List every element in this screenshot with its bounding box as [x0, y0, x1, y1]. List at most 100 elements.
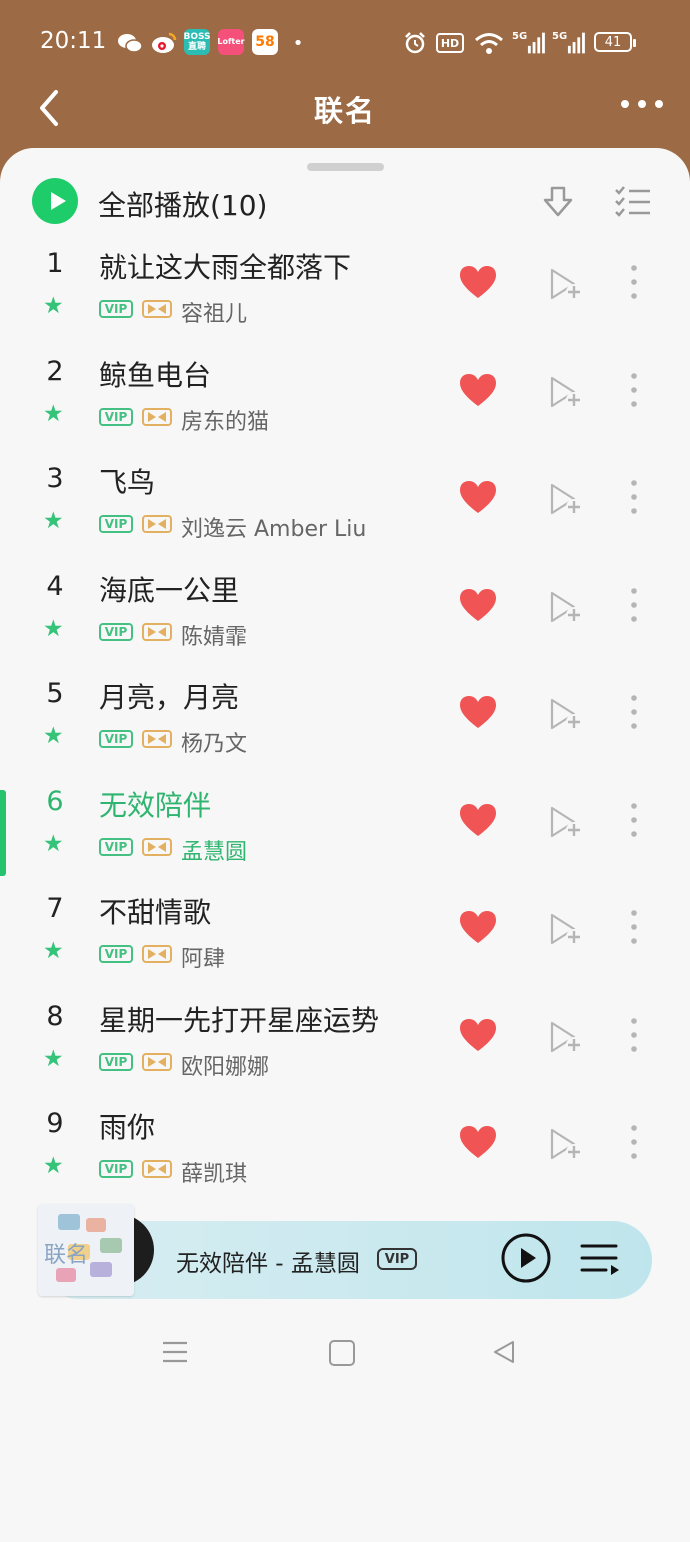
vip-badge: VIP	[99, 622, 133, 641]
vertical-dots-icon	[624, 587, 644, 629]
play-all-button[interactable]	[32, 178, 78, 224]
song-title[interactable]: 飞鸟	[99, 461, 155, 501]
heart-icon	[458, 1126, 498, 1164]
vip-badge: VIP	[99, 1160, 133, 1178]
song-row[interactable]: 6 ★ 无效陪伴 VIP 孟慧圆	[0, 770, 690, 877]
song-artist[interactable]: 陈婧霏	[181, 619, 247, 651]
vertical-dots-icon	[624, 1017, 644, 1059]
add-to-playlist-button[interactable]	[548, 911, 584, 947]
heart-icon	[458, 911, 498, 949]
album-cover[interactable]: 联名	[38, 1204, 134, 1296]
song-artist[interactable]: 刘逸云 Amber Liu	[181, 511, 366, 543]
mini-play-button[interactable]	[500, 1232, 552, 1284]
mv-badge-icon[interactable]	[142, 837, 172, 856]
more-options-button[interactable]	[620, 94, 664, 114]
song-artist[interactable]: 欧阳娜娜	[181, 1049, 269, 1081]
like-heart-button[interactable]	[458, 587, 498, 623]
add-to-playlist-button[interactable]	[548, 1126, 584, 1162]
song-number: 7	[46, 893, 64, 924]
like-heart-button[interactable]	[458, 1017, 498, 1053]
song-row[interactable]: 2 ★ 鲸鱼电台 VIP 房东的猫	[0, 340, 690, 447]
nav-recents-button[interactable]	[162, 1340, 188, 1364]
page-title: 联名	[313, 94, 376, 128]
song-title[interactable]: 雨你	[99, 1106, 155, 1146]
song-title[interactable]: 无效陪伴	[99, 784, 211, 824]
song-row[interactable]: 8 ★ 星期一先打开星座运势 VIP 欧阳娜娜	[0, 985, 690, 1092]
like-heart-button[interactable]	[458, 479, 498, 515]
song-more-button[interactable]	[624, 800, 644, 840]
song-row[interactable]: 9 ★ 雨你 VIP 薛凯琪	[0, 1092, 690, 1199]
add-to-playlist-icon	[548, 268, 584, 306]
mv-badge-icon[interactable]	[142, 730, 172, 748]
like-heart-button[interactable]	[458, 694, 498, 730]
like-heart-button[interactable]	[458, 372, 498, 408]
vip-badge: VIP	[99, 1052, 133, 1071]
nav-back-button[interactable]	[492, 1340, 516, 1364]
song-more-button[interactable]	[624, 370, 644, 410]
song-number: 5	[46, 678, 64, 709]
like-heart-button[interactable]	[458, 909, 498, 945]
add-to-playlist-button[interactable]	[548, 804, 584, 840]
song-row[interactable]: 4 ★ 海底一公里 VIP 陈婧霏	[0, 555, 690, 662]
song-more-button[interactable]	[624, 262, 644, 302]
vip-badge: VIP	[99, 300, 133, 318]
song-artist[interactable]: 杨乃文	[181, 726, 247, 758]
song-row[interactable]: 5 ★ 月亮，月亮 VIP 杨乃文	[0, 662, 690, 769]
song-artist[interactable]: 阿肆	[181, 941, 225, 973]
song-title[interactable]: 星期一先打开星座运势	[99, 999, 379, 1039]
mini-player-title[interactable]: 无效陪伴 - 孟慧圆	[176, 1244, 360, 1278]
song-artist[interactable]: 房东的猫	[181, 404, 269, 436]
mv-badge-icon[interactable]	[142, 1160, 172, 1178]
mv-badge-icon[interactable]	[142, 300, 172, 318]
signal-5g-label-1: 5G	[512, 31, 528, 42]
nav-home-button[interactable]	[329, 1340, 355, 1366]
song-artist[interactable]: 孟慧圆	[181, 834, 247, 866]
song-title[interactable]: 不甜情歌	[99, 891, 211, 931]
song-more-button[interactable]	[624, 585, 644, 625]
song-row[interactable]: 1 ★ 就让这大雨全都落下 VIP 容祖儿	[0, 232, 690, 339]
add-to-playlist-icon	[548, 806, 584, 844]
song-title[interactable]: 海底一公里	[99, 569, 239, 609]
song-more-button[interactable]	[624, 907, 644, 947]
drag-handle[interactable]	[307, 163, 384, 171]
song-artist[interactable]: 薛凯琪	[181, 1156, 247, 1188]
vertical-dots-icon	[624, 1125, 644, 1166]
vertical-dots-icon	[624, 372, 644, 414]
download-button[interactable]	[540, 184, 576, 220]
add-to-playlist-icon	[548, 376, 584, 414]
song-title[interactable]: 月亮，月亮	[99, 676, 239, 716]
song-title[interactable]: 就让这大雨全都落下	[99, 246, 351, 286]
multi-select-button[interactable]	[614, 186, 652, 218]
signal-5g-label-2: 5G	[552, 31, 568, 42]
song-more-button[interactable]	[624, 1015, 644, 1055]
play-all-label[interactable]: 全部播放(10)	[98, 184, 267, 224]
vertical-dots-icon	[624, 480, 644, 521]
song-title[interactable]: 鲸鱼电台	[99, 354, 211, 394]
mv-badge-icon[interactable]	[142, 515, 172, 533]
song-artist[interactable]: 容祖儿	[181, 296, 247, 328]
song-more-button[interactable]	[624, 692, 644, 732]
vip-badge: VIP	[99, 515, 133, 533]
song-more-button[interactable]	[624, 1122, 644, 1162]
signal-5g-icon-2: 5G	[552, 31, 586, 55]
heart-icon	[458, 266, 498, 304]
add-to-playlist-button[interactable]	[548, 481, 584, 517]
mv-badge-icon[interactable]	[142, 622, 172, 641]
add-to-playlist-button[interactable]	[548, 589, 584, 625]
play-queue-button[interactable]	[580, 1242, 622, 1278]
mv-badge-icon[interactable]	[142, 945, 172, 963]
mv-badge-icon[interactable]	[142, 1052, 172, 1071]
song-more-button[interactable]	[624, 477, 644, 517]
like-heart-button[interactable]	[458, 802, 498, 838]
add-to-playlist-button[interactable]	[548, 266, 584, 302]
like-heart-button[interactable]	[458, 264, 498, 300]
add-to-playlist-button[interactable]	[548, 1019, 584, 1055]
back-triangle-icon	[494, 1341, 514, 1363]
like-heart-button[interactable]	[458, 1124, 498, 1160]
add-to-playlist-button[interactable]	[548, 374, 584, 410]
add-to-playlist-button[interactable]	[548, 696, 584, 732]
song-row[interactable]: 7 ★ 不甜情歌 VIP 阿肆	[0, 877, 690, 984]
song-row[interactable]: 3 ★ 飞鸟 VIP 刘逸云 Amber Liu	[0, 447, 690, 554]
mv-badge-icon[interactable]	[142, 407, 172, 426]
vertical-dots-icon	[624, 695, 644, 736]
